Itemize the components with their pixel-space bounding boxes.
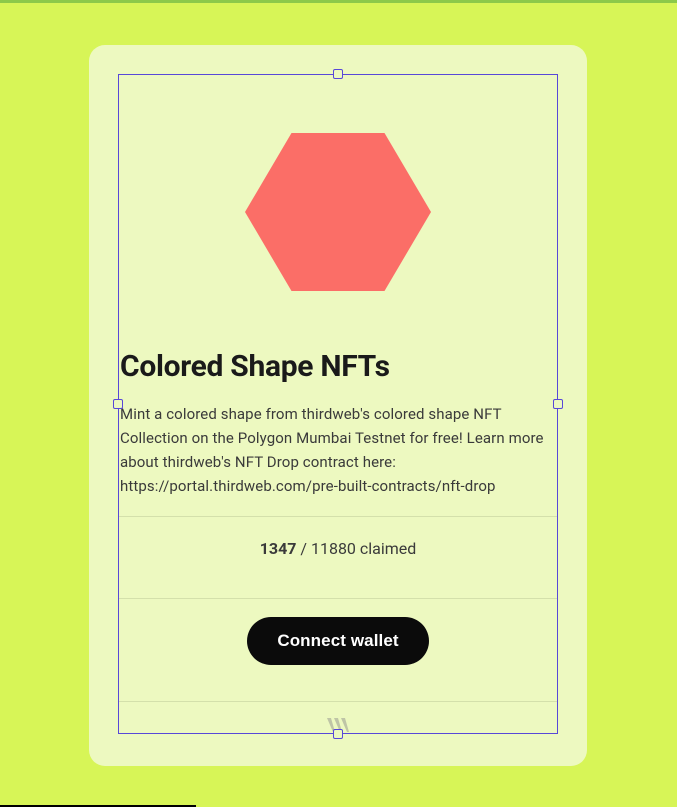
hexagon-icon: [245, 128, 431, 296]
claim-stats: 1347 / 11880 claimed: [118, 517, 558, 580]
claimed-count: 1347: [260, 539, 297, 558]
nft-image-area: [118, 74, 558, 349]
card-content: Colored Shape NFTs Mint a colored shape …: [118, 74, 558, 734]
thirdweb-logo-icon: [326, 716, 350, 734]
collection-description: Mint a colored shape from thirdweb's col…: [118, 402, 558, 498]
button-row: Connect wallet: [118, 599, 558, 683]
collection-title: Colored Shape NFTs: [118, 349, 558, 384]
footer-row: [118, 702, 558, 734]
claimed-total: / 11880 claimed: [296, 539, 416, 558]
connect-wallet-button[interactable]: Connect wallet: [247, 617, 428, 665]
